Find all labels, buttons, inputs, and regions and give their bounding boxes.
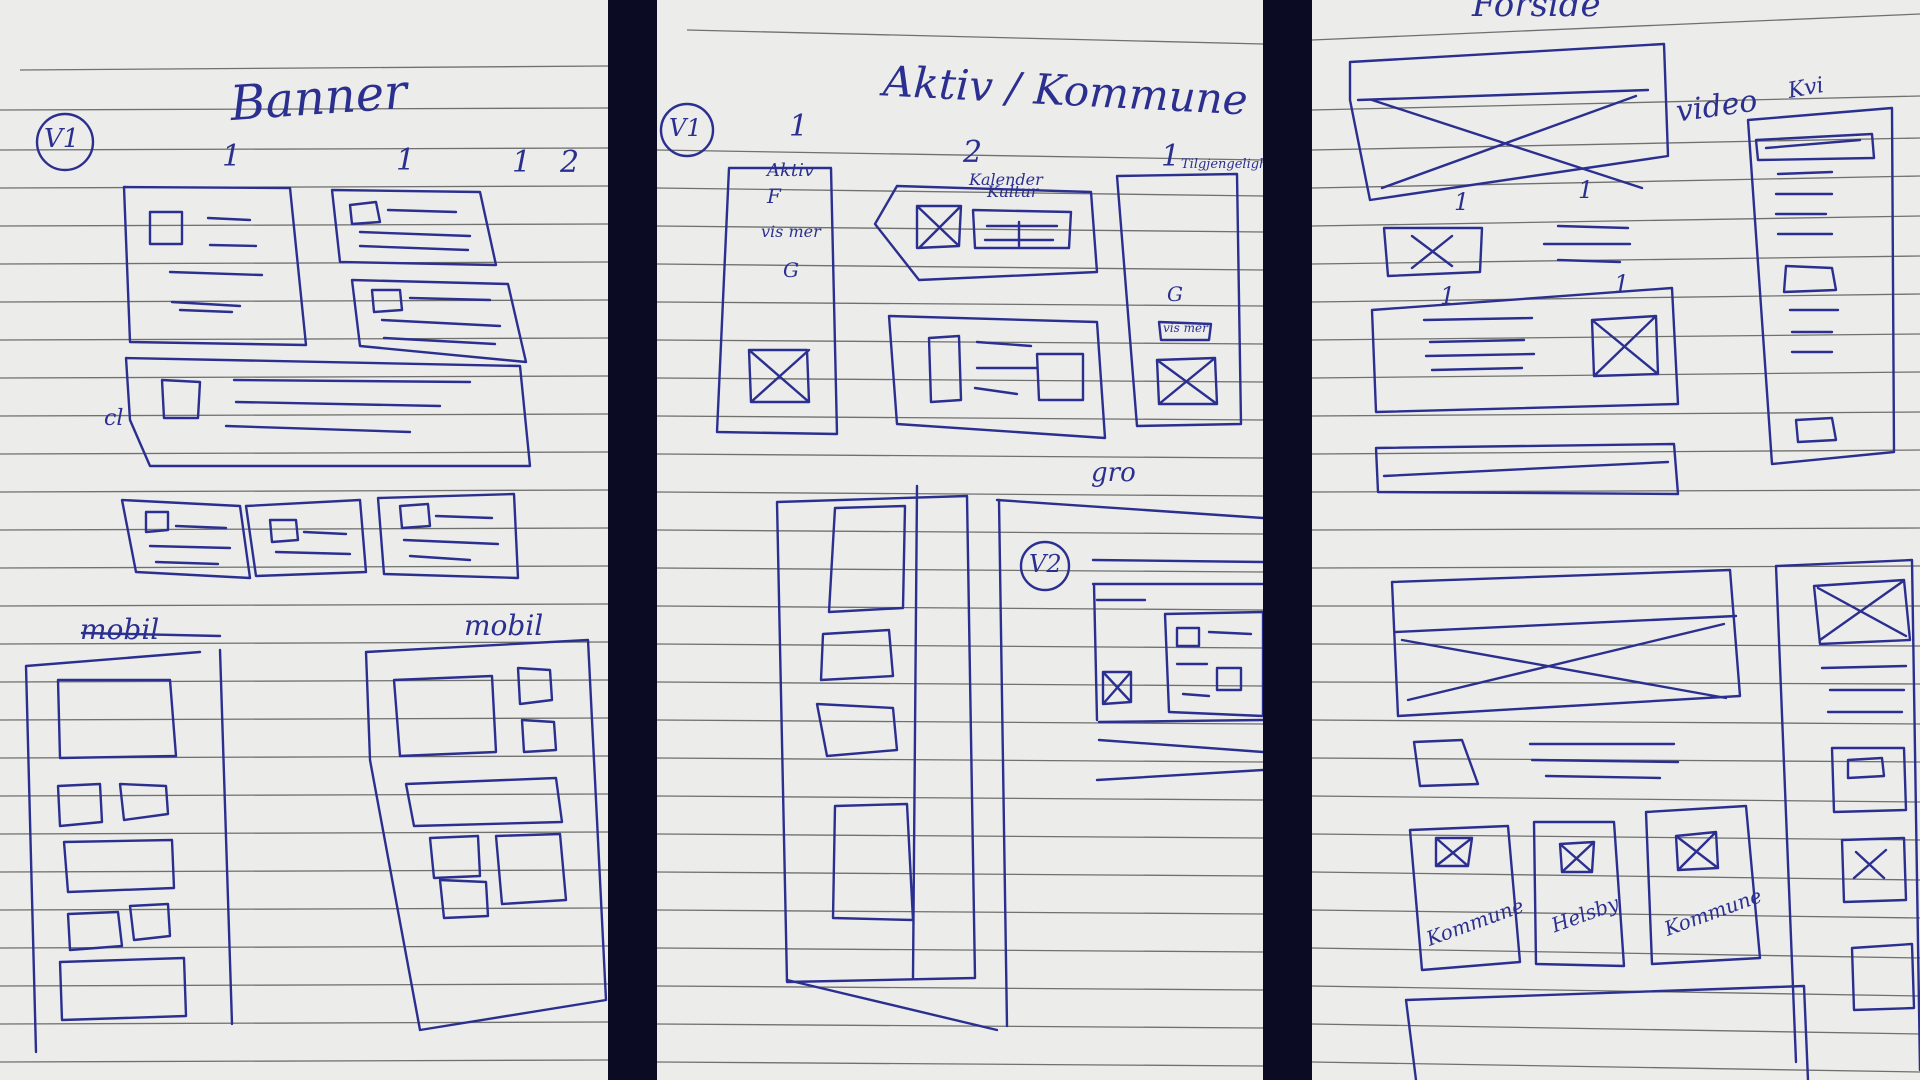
column-number: 1 xyxy=(1161,139,1181,174)
note: vis mer xyxy=(1163,321,1208,335)
column-number: 1 xyxy=(1440,282,1456,310)
column-number: 1 xyxy=(222,139,242,174)
note: G xyxy=(1167,282,1183,306)
note: vis mer xyxy=(761,222,821,241)
column-number: 1 xyxy=(1614,270,1630,298)
divider xyxy=(608,0,657,1080)
note: Aktiv xyxy=(767,160,815,181)
version-badge: V1 xyxy=(669,114,702,142)
sketch-panel-right: Forside video Kvi 1 1 1 1 Kommune Helsby… xyxy=(1312,0,1920,1080)
column-number: 1 xyxy=(1578,176,1594,204)
column-number: 1 xyxy=(1454,188,1470,216)
scribble: Tilgjengelighet xyxy=(1181,157,1263,172)
sketch-panel-left: Banner V1 1 1 1 2 cl mobil mobil xyxy=(0,0,608,1080)
wireframe-sketch-right xyxy=(1348,42,1920,1080)
column-number: 2 xyxy=(963,135,983,170)
mobile-label: mobil xyxy=(464,609,544,642)
column-number: 1 xyxy=(396,143,416,178)
sketch-panel-middle: Aktiv / Kommune V1 1 2 1 Aktiv Kalender … xyxy=(657,0,1263,1080)
column-number: 1 xyxy=(789,109,809,144)
corner-note: 2 xyxy=(560,145,580,180)
panel-heading: Forside xyxy=(1472,0,1601,25)
note: G xyxy=(783,258,799,282)
note: F xyxy=(767,184,781,208)
kvi-label: Kvi xyxy=(1786,73,1826,104)
tag: gro xyxy=(1091,458,1136,488)
mobile-label: mobil xyxy=(80,613,160,646)
divider xyxy=(1263,0,1312,1080)
column-number: 1 xyxy=(512,145,532,180)
panel-heading: Banner xyxy=(228,63,409,133)
version-badge: V1 xyxy=(44,124,80,154)
side-note: cl xyxy=(104,406,124,431)
scribble: Kultur xyxy=(987,182,1039,201)
version-badge-v2: V2 xyxy=(1029,550,1062,578)
